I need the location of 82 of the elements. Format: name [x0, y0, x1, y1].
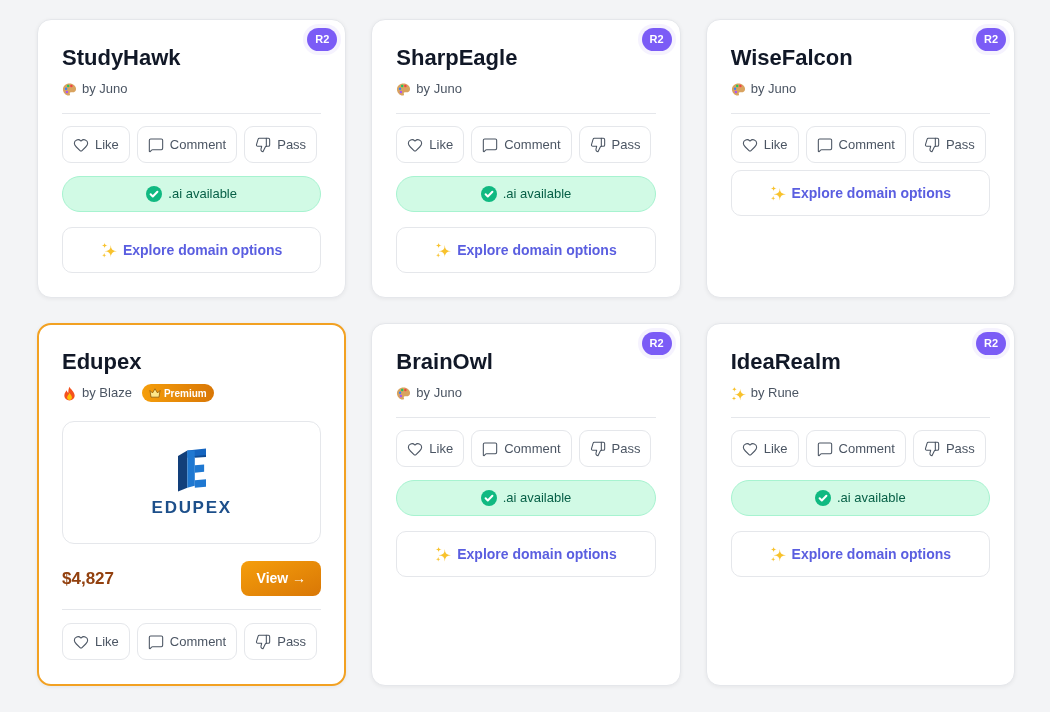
card-title: BrainOwl — [396, 348, 493, 376]
check-circle-icon — [146, 186, 163, 202]
explore-domains-button[interactable]: Explore domain options — [62, 227, 322, 273]
speech-bubble-icon — [816, 136, 833, 153]
comment-button[interactable]: Comment — [805, 430, 906, 467]
card-title: IdeaRealm — [730, 348, 841, 376]
author-byline: by Juno — [82, 80, 128, 99]
palette-icon — [730, 81, 746, 97]
like-button[interactable]: Like — [730, 126, 799, 163]
sparkles-icon — [769, 185, 786, 201]
logo-wordmark: EDUPEX — [151, 497, 232, 518]
pass-button[interactable]: Pass — [912, 430, 986, 467]
heart-icon — [73, 633, 89, 650]
thumbs-down-icon — [589, 136, 606, 153]
speech-bubble-icon — [482, 440, 499, 457]
author-byline: by Juno — [416, 80, 462, 99]
sparkles-icon — [435, 546, 452, 562]
round-badge: R2 — [641, 332, 672, 355]
card-title: StudyHawk — [62, 44, 181, 72]
pass-button[interactable]: Pass — [578, 430, 652, 467]
like-button[interactable]: Like — [730, 430, 799, 467]
thumbs-down-icon — [923, 136, 940, 153]
explore-domains-button[interactable]: Explore domain options — [396, 227, 656, 273]
round-badge: R2 — [307, 28, 338, 51]
author-byline: by Juno — [416, 384, 462, 403]
availability-text: .ai available — [502, 185, 572, 204]
like-button[interactable]: Like — [62, 623, 130, 660]
availability-text: .ai available — [502, 489, 572, 508]
round-badge: R2 — [975, 28, 1006, 51]
speech-bubble-icon — [482, 136, 499, 153]
thumbs-down-icon — [255, 136, 272, 153]
explore-domains-button[interactable]: Explore domain options — [396, 531, 656, 577]
card-title: Edupex — [62, 348, 142, 376]
palette-icon — [396, 385, 412, 401]
fire-icon — [62, 385, 77, 401]
sparkles-icon — [100, 242, 117, 258]
heart-icon — [741, 440, 758, 457]
comment-button[interactable]: Comment — [805, 126, 906, 163]
explore-domains-button[interactable]: Explore domain options — [730, 170, 990, 216]
check-circle-icon — [815, 490, 831, 506]
pass-button[interactable]: Pass — [244, 126, 318, 163]
comment-button[interactable]: Comment — [136, 126, 238, 163]
heart-icon — [407, 440, 424, 457]
heart-icon — [741, 136, 758, 153]
author-byline: by Blaze — [82, 384, 132, 403]
speech-bubble-icon — [816, 440, 833, 457]
palette-icon — [396, 81, 412, 97]
like-button[interactable]: Like — [396, 430, 465, 467]
speech-bubble-icon — [147, 633, 164, 650]
pass-button[interactable]: Pass — [912, 126, 986, 163]
price: $4,827 — [62, 567, 114, 590]
speech-bubble-icon — [147, 136, 164, 153]
comment-button[interactable]: Comment — [136, 623, 238, 660]
cube-e-logo-icon — [177, 447, 206, 492]
card-title: WiseFalcon — [730, 44, 853, 72]
author-byline: by Rune — [750, 384, 800, 403]
sparkles-icon — [769, 546, 786, 562]
availability-text: .ai available — [168, 185, 237, 204]
pass-button[interactable]: Pass — [244, 623, 318, 660]
thumbs-down-icon — [255, 633, 272, 650]
comment-button[interactable]: Comment — [471, 430, 572, 467]
explore-domains-button[interactable]: Explore domain options — [730, 531, 990, 577]
round-badge: R2 — [641, 28, 672, 51]
premium-tag-label: Premium — [163, 386, 207, 401]
check-circle-icon — [480, 490, 497, 506]
palette-icon — [62, 81, 77, 97]
like-button[interactable]: Like — [62, 126, 130, 163]
thumbs-down-icon — [923, 440, 940, 457]
thumbs-down-icon — [589, 440, 606, 457]
sparkles-icon — [435, 242, 452, 258]
like-button[interactable]: Like — [396, 126, 465, 163]
comment-button[interactable]: Comment — [471, 126, 572, 163]
crown-icon — [148, 388, 161, 398]
sparkles-icon — [730, 385, 746, 401]
author-byline: by Juno — [750, 80, 797, 99]
round-badge: R2 — [975, 332, 1006, 355]
availability-text: .ai available — [837, 489, 906, 508]
heart-icon — [407, 136, 424, 153]
pass-button[interactable]: Pass — [578, 126, 652, 163]
heart-icon — [73, 136, 89, 153]
card-title: SharpEagle — [396, 44, 518, 72]
check-circle-icon — [480, 186, 497, 202]
